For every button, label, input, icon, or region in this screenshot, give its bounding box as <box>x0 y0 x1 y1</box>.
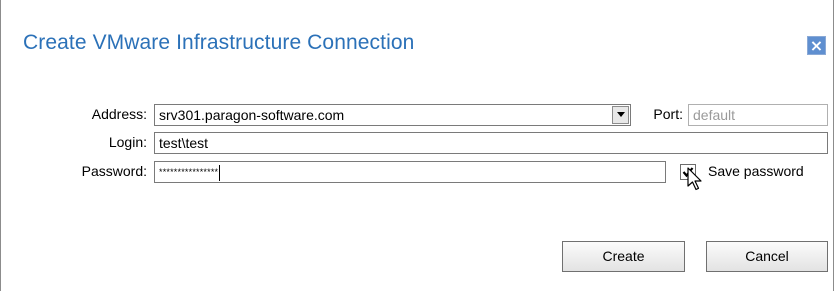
save-password-label[interactable]: Save password <box>708 163 804 179</box>
cancel-button[interactable]: Cancel <box>706 241 828 272</box>
port-input[interactable]: default <box>688 104 828 126</box>
create-connection-dialog: Create VMware Infrastructure Connection … <box>0 0 834 291</box>
password-input[interactable]: **************** <box>154 161 666 183</box>
login-value: test\test <box>159 135 209 151</box>
login-input[interactable]: test\test <box>154 132 828 154</box>
dialog-title: Create VMware Infrastructure Connection <box>23 31 415 54</box>
close-icon: × <box>809 36 824 55</box>
address-value: srv301.paragon-software.com <box>159 107 345 123</box>
address-dropdown-button[interactable] <box>612 106 629 124</box>
mouse-pointer-icon <box>687 167 702 191</box>
chevron-down-icon <box>617 112 625 117</box>
password-label: Password: <box>81 163 147 179</box>
password-mask: **************** <box>159 167 219 177</box>
address-combobox[interactable]: srv301.paragon-software.com <box>154 104 631 126</box>
port-label: Port: <box>653 106 683 122</box>
port-placeholder: default <box>693 107 736 123</box>
text-caret <box>219 165 221 182</box>
close-button[interactable]: × <box>807 36 826 55</box>
address-label: Address: <box>91 106 147 122</box>
login-label: Login: <box>108 134 147 150</box>
create-button[interactable]: Create <box>562 241 685 272</box>
